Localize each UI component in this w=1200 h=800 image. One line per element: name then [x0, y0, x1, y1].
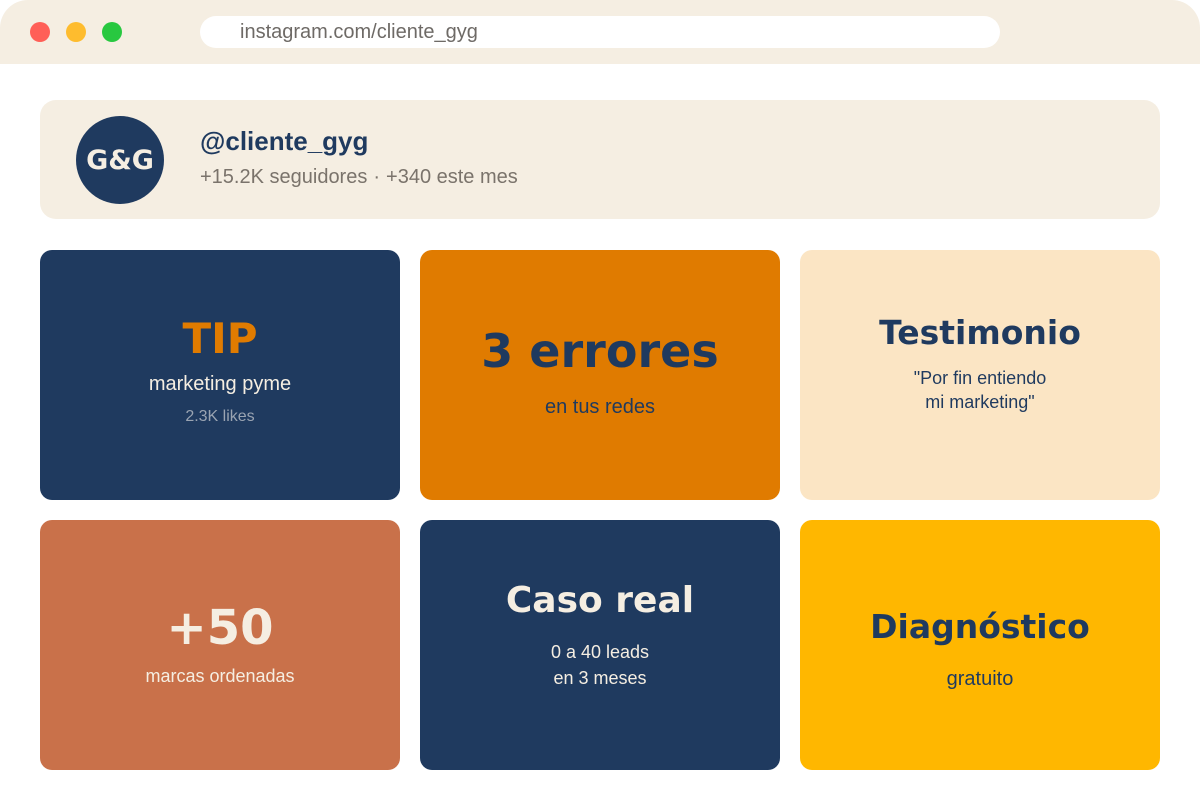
quote-line: mi marketing" [925, 391, 1035, 412]
post-body: 0 a 40 leads en 3 meses [551, 639, 649, 691]
post-tile-marcas[interactable]: +50 marcas ordenadas [40, 520, 400, 770]
monthly-growth: +340 este mes [386, 166, 518, 188]
address-bar[interactable]: instagram.com/cliente_gyg [200, 16, 1000, 48]
browser-window: instagram.com/cliente_gyg G&G @cliente_g… [0, 0, 1200, 800]
post-tile-caso-real[interactable]: Caso real 0 a 40 leads en 3 meses [420, 520, 780, 770]
post-tile-diagnostico[interactable]: Diagnóstico gratuito [800, 520, 1160, 770]
post-likes: 2.3K likes [185, 408, 255, 425]
post-tile-testimonio[interactable]: Testimonio "Por fin entiendo mi marketin… [800, 250, 1160, 500]
post-title: Caso real [505, 579, 695, 621]
post-tile-tip[interactable]: TIP marketing pyme 2.3K likes [40, 250, 400, 500]
body-line: en 3 meses [553, 667, 647, 688]
maximize-window-button[interactable] [102, 22, 122, 42]
post-title: +50 [166, 599, 274, 656]
stats-separator: · [373, 166, 381, 188]
post-title: Testimonio [879, 312, 1081, 352]
post-subtitle: gratuito [946, 668, 1014, 690]
body-line: 0 a 40 leads [550, 641, 650, 662]
browser-chrome: instagram.com/cliente_gyg [0, 0, 1200, 64]
close-window-button[interactable] [30, 22, 50, 42]
followers-count: +15.2K seguidores [200, 166, 368, 188]
post-title: 3 errores [481, 323, 719, 378]
avatar[interactable]: G&G [76, 116, 164, 204]
post-title: TIP [182, 314, 258, 363]
minimize-window-button[interactable] [66, 22, 86, 42]
post-subtitle: marketing pyme [148, 373, 292, 395]
post-subtitle: en tus redes [544, 395, 656, 418]
address-bar-url: instagram.com/cliente_gyg [240, 21, 478, 43]
profile-handle[interactable]: @cliente_gyg [200, 126, 368, 157]
profile-header: G&G @cliente_gyg +15.2K seguidores · +340 … [40, 100, 1160, 219]
post-tile-errores[interactable]: 3 errores en tus redes [420, 250, 780, 500]
testimonial-quote: "Por fin entiendo mi marketing" [914, 366, 1046, 414]
post-subtitle: marcas ordenadas [145, 665, 295, 686]
profile-stats: +15.2K seguidores · +340 este mes [200, 166, 518, 189]
post-title: Diagnóstico [870, 607, 1090, 646]
quote-line: "Por fin entiendo [913, 367, 1047, 388]
